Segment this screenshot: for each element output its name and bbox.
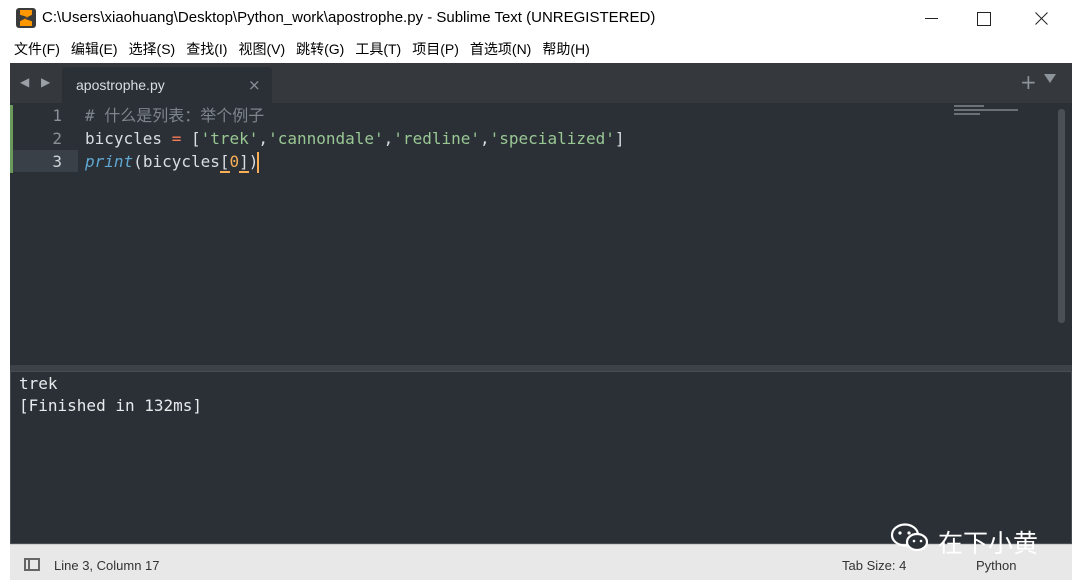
menu-selection[interactable]: 选择(S): [129, 36, 176, 63]
text-cursor: [257, 152, 259, 173]
menu-edit[interactable]: 编辑(E): [71, 36, 118, 63]
menu-tools[interactable]: 工具(T): [355, 36, 401, 63]
code-token-string: 'specialized': [489, 129, 615, 148]
output-line: trek: [19, 374, 58, 393]
menu-preferences[interactable]: 首选项(N): [470, 36, 531, 63]
menu-goto[interactable]: 跳转(G): [296, 36, 344, 63]
code-token-operator: =: [171, 129, 182, 148]
menu-project[interactable]: 项目(P): [412, 36, 459, 63]
watermark-text: 在下小黄: [938, 529, 1039, 558]
code-line-3: print(bicycles[0]): [85, 152, 259, 173]
syntax-indicator[interactable]: Python: [976, 558, 1016, 573]
editor-scrollbar[interactable]: [1058, 109, 1065, 323]
tab-size-indicator[interactable]: Tab Size: 4: [842, 558, 906, 573]
code-token-variable: bicycles: [85, 129, 163, 148]
new-tab-icon[interactable]: +: [1020, 70, 1037, 94]
code-token-string: 'cannondale': [268, 129, 384, 148]
code-token-number: 0: [229, 152, 240, 171]
menu-find[interactable]: 查找(I): [186, 36, 227, 63]
code-token-bracket: ]: [614, 129, 625, 148]
code-editor[interactable]: 1 2 3 # 什么是列表：举个例子 bicycles = ['trek','c…: [10, 103, 1072, 365]
minimap[interactable]: [954, 105, 1018, 115]
code-token-bracket: ]: [239, 152, 249, 173]
window-edge: [1072, 63, 1080, 588]
window-title: C:\Users\xiaohuang\Desktop\Python_work\a…: [42, 9, 656, 26]
menu-file[interactable]: 文件(F): [14, 36, 60, 63]
wechat-icon: [890, 523, 929, 552]
maximize-button[interactable]: [954, 0, 1012, 36]
tab-bar: ◀ ▶ apostrophe.py × +: [10, 63, 1072, 103]
code-token-variable: bicycles: [142, 152, 220, 171]
code-token-bracket: [: [219, 152, 230, 173]
minimize-button[interactable]: [902, 0, 960, 36]
menu-view[interactable]: 视图(V): [238, 36, 285, 63]
panel-toggle-icon[interactable]: [24, 558, 40, 571]
line-number-gutter: 1 2 3: [10, 103, 78, 365]
title-bar: C:\Users\xiaohuang\Desktop\Python_work\a…: [0, 0, 1080, 36]
tab-apostrophe-py[interactable]: apostrophe.py ×: [62, 67, 272, 103]
cursor-position: Line 3, Column 17: [54, 558, 160, 573]
close-window-button[interactable]: [1012, 0, 1070, 36]
menu-bar: 文件(F) 编辑(E) 选择(S) 查找(I) 视图(V) 跳转(G) 工具(T…: [0, 36, 1080, 63]
code-token-function: print: [85, 152, 134, 171]
tab-close-icon[interactable]: ×: [248, 76, 261, 94]
code-token-string: 'redline': [393, 129, 480, 148]
watermark: 在下小黄: [890, 518, 1060, 558]
tab-nav-arrows-icon[interactable]: ◀ ▶: [20, 75, 54, 89]
line-number-active: 3: [52, 152, 62, 171]
line-number: 1: [52, 106, 62, 125]
output-line: [Finished in 132ms]: [19, 396, 203, 415]
tab-label: apostrophe.py: [76, 77, 165, 93]
line-number: 2: [52, 129, 62, 148]
code-token-bracket: [: [190, 129, 201, 148]
code-token-string: 'trek': [200, 129, 259, 148]
menu-help[interactable]: 帮助(H): [542, 36, 589, 63]
code-line-1: # 什么是列表：举个例子: [85, 106, 265, 125]
sublime-text-icon: [16, 8, 36, 28]
tab-menu-chevron-down-icon[interactable]: [1044, 74, 1056, 83]
code-line-2: bicycles = ['trek','cannondale','redline…: [85, 129, 625, 148]
